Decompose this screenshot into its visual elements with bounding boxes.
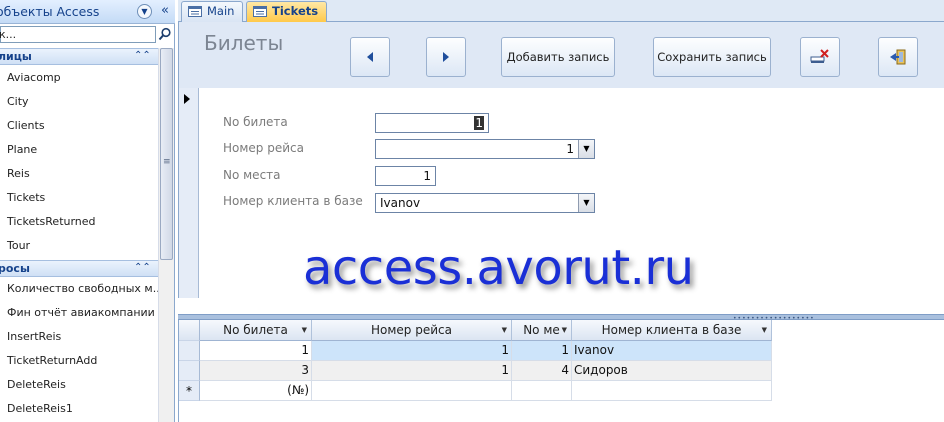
- cell-ticket-no-new[interactable]: (№): [200, 381, 312, 401]
- tab-main[interactable]: Main: [181, 1, 244, 22]
- column-header-label: No билета: [223, 323, 288, 337]
- tickets-form: Билеты Добавить запись Сохранить запись: [178, 22, 944, 298]
- nav-search-input[interactable]: к...: [0, 26, 156, 43]
- cell-client-no[interactable]: Ivanov: [572, 341, 772, 361]
- ticket-no-value: 1: [474, 116, 484, 130]
- nav-item-tour[interactable]: Tour: [0, 234, 158, 258]
- chevron-down-icon[interactable]: ▼: [137, 4, 152, 19]
- column-header-seat-no[interactable]: No ме ▼: [512, 320, 572, 341]
- column-header-label: No ме: [523, 323, 560, 337]
- delete-record-button[interactable]: [800, 37, 840, 77]
- sort-dropdown-icon[interactable]: ▼: [562, 320, 567, 340]
- flight-no-label: Номер рейса: [223, 141, 304, 155]
- watermark-text: access.avorut.ru: [303, 240, 694, 296]
- save-record-button[interactable]: Сохранить запись: [653, 37, 771, 77]
- current-record-arrow-icon: [184, 94, 190, 104]
- form-header: Билеты Добавить запись Сохранить запись: [179, 22, 944, 88]
- column-header-label: Номер рейса: [371, 323, 452, 337]
- seat-no-label: No места: [223, 168, 281, 182]
- seat-no-field[interactable]: 1: [375, 166, 436, 186]
- row-selector[interactable]: [179, 341, 200, 361]
- cell-flight-no[interactable]: 1: [312, 341, 512, 361]
- cell-flight-no-new[interactable]: [312, 381, 512, 401]
- grip-icon: ≡: [163, 157, 171, 167]
- sort-dropdown-icon[interactable]: ▼: [302, 320, 307, 340]
- nav-item-plane[interactable]: Plane: [0, 138, 158, 162]
- nav-item-query-fin-report[interactable]: Фин отчёт авиакомпании: [0, 301, 158, 325]
- nav-item-query-deletereis1[interactable]: DeleteReis1: [0, 397, 158, 421]
- chevron-down-icon[interactable]: ▼: [578, 194, 594, 212]
- nav-item-query-insertreis[interactable]: InsertReis: [0, 325, 158, 349]
- nav-item-query-deletereis[interactable]: DeleteReis: [0, 373, 158, 397]
- client-no-combobox[interactable]: Ivanov ▼: [375, 193, 595, 213]
- form-title: Билеты: [204, 31, 284, 55]
- nav-scrollbar[interactable]: ≡: [158, 48, 174, 422]
- ticket-no-field[interactable]: 1: [375, 113, 489, 133]
- previous-record-button[interactable]: [350, 37, 390, 77]
- search-icon[interactable]: [158, 27, 172, 41]
- add-record-label: Добавить запись: [506, 50, 610, 64]
- chevrons-up-icon[interactable]: ⌃⌃: [134, 262, 151, 273]
- nav-group-queries[interactable]: росы ⌃⌃: [0, 260, 158, 277]
- nav-group-label: лицы: [0, 50, 32, 63]
- arrow-left-icon: [367, 52, 373, 62]
- nav-pane-header: объекты Access ▼ «: [0, 0, 175, 24]
- nav-item-ticketsreturned[interactable]: TicketsReturned: [0, 210, 158, 234]
- new-record-marker[interactable]: *: [179, 381, 200, 401]
- nav-group-tables[interactable]: лицы ⌃⌃: [0, 48, 158, 65]
- navigation-pane: объекты Access ▼ « к... лицы ⌃⌃ Aviacomp…: [0, 0, 175, 422]
- nav-item-reis[interactable]: Reis: [0, 162, 158, 186]
- ticket-no-label: No билета: [223, 115, 288, 129]
- column-header-flight-no[interactable]: Номер рейса ▼: [312, 320, 512, 341]
- tab-label: Tickets: [272, 4, 319, 18]
- sort-dropdown-icon[interactable]: ▼: [502, 320, 507, 340]
- cell-client-no[interactable]: Сидоров: [572, 361, 772, 381]
- close-form-button[interactable]: [878, 37, 918, 77]
- nav-item-query-free-seats[interactable]: Количество свободных м...: [0, 277, 158, 301]
- nav-item-city[interactable]: City: [0, 90, 158, 114]
- nav-scrollbar-thumb[interactable]: ≡: [160, 48, 173, 260]
- form-icon: [188, 6, 202, 17]
- datasheet: No билета ▼ Номер рейса ▼ No ме ▼ Номер …: [178, 320, 944, 422]
- delete-record-icon: [810, 49, 829, 63]
- cell-ticket-no[interactable]: 1: [200, 341, 312, 361]
- nav-group-label: росы: [0, 262, 30, 275]
- client-no-value: Ivanov: [380, 196, 421, 210]
- nav-item-clients[interactable]: Clients: [0, 114, 158, 138]
- row-selector[interactable]: [179, 361, 200, 381]
- seat-no-value: 1: [423, 169, 431, 183]
- column-header-ticket-no[interactable]: No билета ▼: [200, 320, 312, 341]
- nav-item-query-ticketreturnadd[interactable]: TicketReturnAdd: [0, 349, 158, 373]
- nav-item-aviacomp[interactable]: Aviacomp: [0, 66, 158, 90]
- exit-door-icon: [890, 49, 906, 65]
- nav-search-value: к...: [0, 28, 17, 41]
- cell-client-no-new[interactable]: [572, 381, 772, 401]
- column-header-client-no[interactable]: Номер клиента в базе ▼: [572, 320, 772, 341]
- cell-seat-no-new[interactable]: [512, 381, 572, 401]
- document-tabs: Main Tickets: [178, 0, 944, 22]
- cell-flight-no[interactable]: 1: [312, 361, 512, 381]
- cell-seat-no[interactable]: 1: [512, 341, 572, 361]
- nav-item-tickets[interactable]: Tickets: [0, 186, 158, 210]
- arrow-right-icon: [443, 52, 449, 62]
- chevrons-up-icon[interactable]: ⌃⌃: [134, 50, 151, 61]
- flight-no-value: 1: [566, 142, 574, 156]
- chevron-down-icon[interactable]: ▼: [578, 140, 594, 158]
- add-record-button[interactable]: Добавить запись: [501, 37, 615, 77]
- collapse-pane-icon[interactable]: «: [158, 3, 172, 20]
- tab-tickets[interactable]: Tickets: [246, 1, 328, 22]
- record-selector[interactable]: [179, 88, 199, 298]
- client-no-label: Номер клиента в базе: [223, 194, 363, 208]
- select-all-cell[interactable]: [179, 320, 200, 341]
- next-record-button[interactable]: [426, 37, 466, 77]
- nav-pane-title[interactable]: объекты Access: [0, 4, 99, 19]
- form-icon: [253, 6, 267, 17]
- cell-seat-no[interactable]: 4: [512, 361, 572, 381]
- tab-label: Main: [207, 4, 235, 18]
- flight-no-combobox[interactable]: 1 ▼: [375, 139, 595, 159]
- sort-dropdown-icon[interactable]: ▼: [762, 320, 767, 340]
- column-header-label: Номер клиента в базе: [601, 323, 742, 337]
- cell-ticket-no[interactable]: 3: [200, 361, 312, 381]
- save-record-label: Сохранить запись: [657, 50, 767, 64]
